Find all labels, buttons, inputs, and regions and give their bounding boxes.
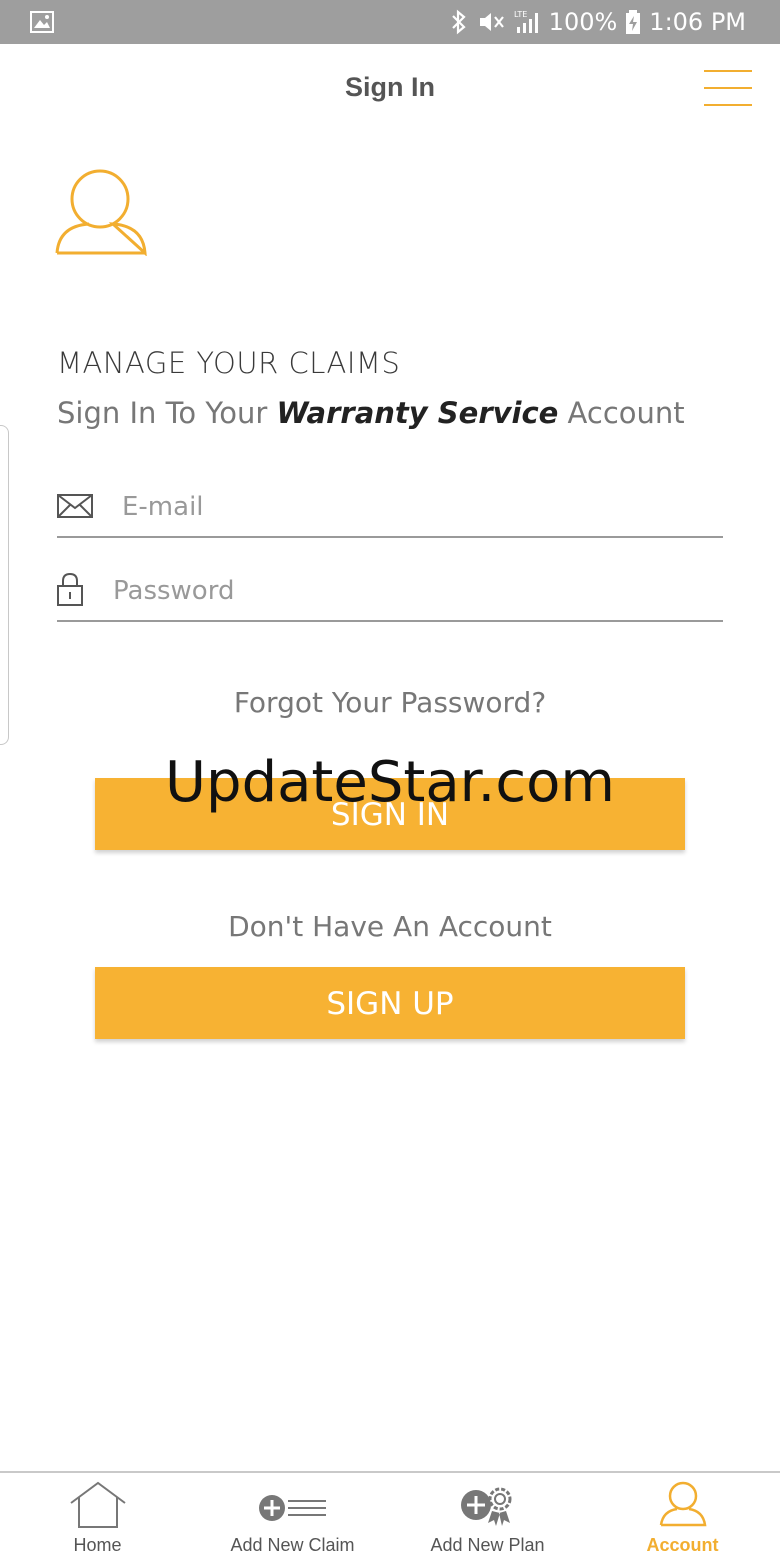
no-account-text: Don't Have An Account [228,910,552,943]
home-icon [69,1481,126,1528]
email-field-wrapper [57,478,723,538]
nav-label-home: Home [73,1535,122,1555]
menu-line [704,87,752,89]
edge-panel-handle[interactable] [0,425,9,745]
account-icon [659,1481,706,1527]
mute-icon [479,13,504,31]
section-heading: MANAGE YOUR CLAIMS [57,346,401,380]
password-field-wrapper [57,562,723,622]
menu-line [704,104,752,106]
nav-label-add-new-plan: Add New Plan [430,1535,545,1555]
nav-label-account: Account [646,1535,719,1555]
lte-label: LTE [514,10,527,19]
user-avatar-icon [55,169,147,256]
clock: 1:06 PM [649,8,746,36]
nav-item-add-new-claim[interactable]: Add New Claim [195,1473,390,1562]
status-icons: LTE 100% 1:06 PM [449,6,746,38]
nav-label-add-new-claim: Add New Claim [230,1535,355,1555]
status-bar: LTE 100% 1:06 PM [0,0,780,44]
signal-lte-icon: LTE [514,10,538,33]
email-input[interactable] [120,486,684,528]
subheading-suffix: Account [558,396,685,430]
envelope-icon [57,494,93,518]
section-subheading: Sign In To Your Warranty Service Account [57,396,685,430]
lock-icon [57,572,83,606]
nav-item-account[interactable]: Account [585,1473,780,1562]
app-header: Sign In [0,44,780,134]
battery-charging-icon [626,10,641,34]
subheading-brand: Warranty Service [276,396,559,430]
menu-line [704,70,752,72]
nav-item-home[interactable]: Home [0,1473,195,1562]
subheading-prefix: Sign In To Your [57,396,277,430]
nav-item-add-new-plan[interactable]: Add New Plan [390,1473,585,1562]
battery-percent: 100% [548,8,618,36]
hamburger-menu-button[interactable] [704,68,752,108]
add-claim-icon [258,1495,326,1521]
bluetooth-icon [451,9,466,35]
add-plan-icon [460,1487,511,1526]
sign-in-button[interactable]: SIGN IN [95,778,685,850]
page-title: Sign In [345,72,435,102]
gallery-notification-icon [30,11,54,33]
bottom-navigation: Home Add New Claim Add New Plan Account [0,1471,780,1562]
sign-up-button[interactable]: SIGN UP [95,967,685,1039]
forgot-password-link[interactable]: Forgot Your Password? [0,686,780,719]
password-input[interactable] [111,570,675,612]
